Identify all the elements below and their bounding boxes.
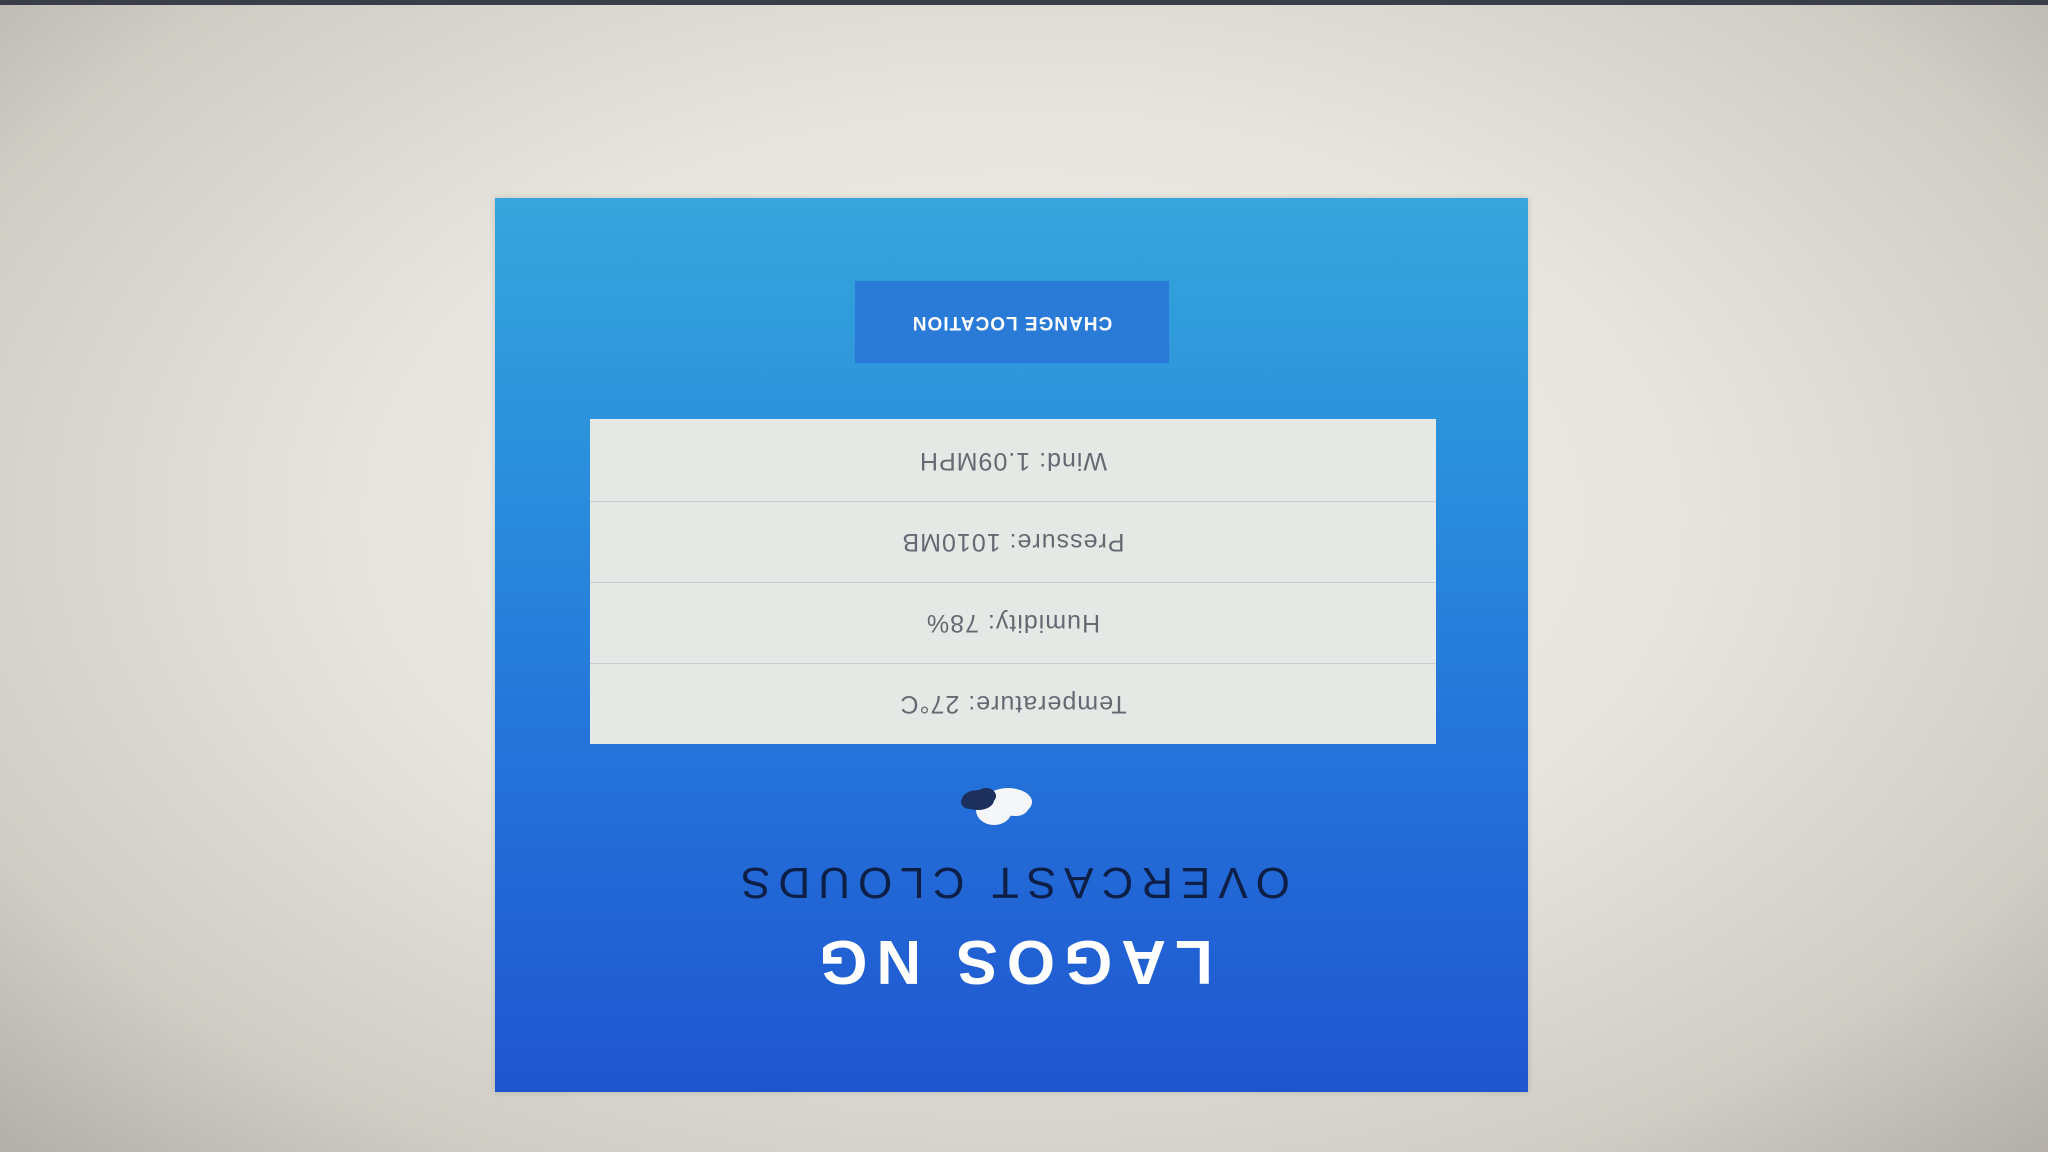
location-title: LAGOS NG — [810, 927, 1213, 996]
humidity-item: Humidity: 78% — [590, 582, 1436, 663]
wind-item: Wind: 1.09MPH — [918, 447, 1108, 475]
cloud-icon — [961, 788, 1032, 825]
change-location-button[interactable]: CHANGE LOCATION — [855, 281, 1169, 363]
pressure-item: Pressure: 1010MB — [590, 501, 1436, 582]
temperature-item: Temperature: 27°C — [590, 663, 1436, 744]
weather-condition: OVERCAST CLOUDS — [733, 858, 1290, 907]
weather-card: LAGOS NG OVERCAST CLOUDS Temperature: 27… — [495, 198, 1528, 1092]
screen-bezel — [0, 0, 2048, 5]
weather-details-list: Temperature: 27°C Humidity: 78% Pressure… — [590, 419, 1436, 744]
